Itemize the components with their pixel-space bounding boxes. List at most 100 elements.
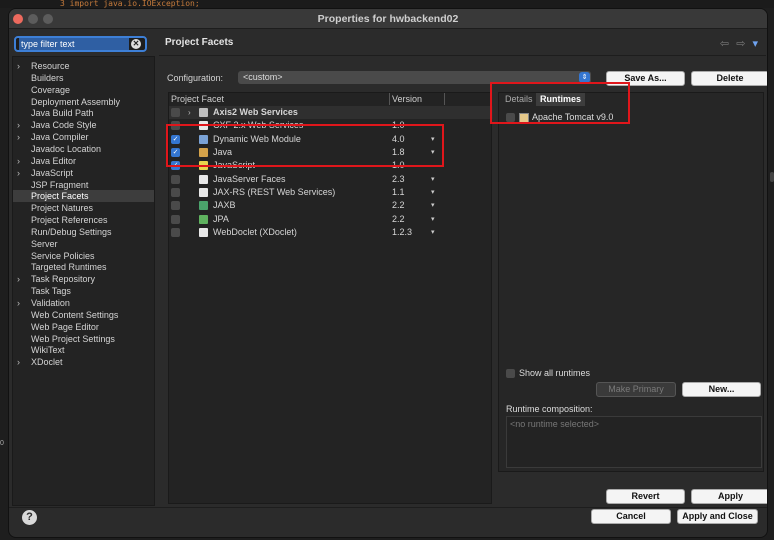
tree-item[interactable]: Project Natures: [13, 202, 154, 214]
chevron-right-icon[interactable]: ›: [17, 356, 20, 368]
tree-item[interactable]: Coverage: [13, 84, 154, 96]
tree-item[interactable]: › Java Code Style: [13, 119, 154, 131]
tree-item[interactable]: Javadoc Location: [13, 143, 154, 155]
tree-item[interactable]: Web Project Settings: [13, 333, 154, 345]
tree-item[interactable]: › Task Repository: [13, 273, 154, 285]
tree-item[interactable]: › Java Editor: [13, 155, 154, 167]
tree-item-label: Deployment Assembly: [31, 96, 121, 107]
background-editor-line: 3 import java.io.IOException;: [0, 0, 774, 8]
delete-button[interactable]: Delete: [691, 71, 767, 86]
facet-checkbox[interactable]: [171, 188, 180, 198]
document-icon: [199, 188, 208, 198]
make-primary-button[interactable]: Make Primary: [596, 382, 676, 397]
facet-row[interactable]: JAXB 2.2 ▾: [169, 199, 493, 212]
chevron-right-icon[interactable]: ›: [188, 106, 191, 119]
new-runtime-button[interactable]: New...: [682, 382, 761, 397]
apply-button[interactable]: Apply: [691, 489, 767, 504]
tree-item-label: Java Editor: [31, 155, 77, 166]
revert-button[interactable]: Revert: [606, 489, 685, 504]
chevron-right-icon[interactable]: ›: [17, 119, 20, 131]
clear-filter-icon[interactable]: ✕: [131, 39, 141, 49]
tree-item-label: WikiText: [31, 345, 65, 356]
chevron-right-icon[interactable]: ›: [17, 273, 20, 285]
facet-checkbox[interactable]: [171, 201, 180, 211]
tree-item[interactable]: WikiText: [13, 344, 154, 356]
facet-row[interactable]: JPA 2.2 ▾: [169, 213, 493, 226]
facet-checkbox[interactable]: [171, 228, 180, 238]
tree-item[interactable]: JSP Fragment: [13, 179, 154, 191]
properties-dialog: Properties for hwbackend02 ✕ › ResourceBu…: [8, 8, 768, 538]
tree-item-label: Coverage: [31, 84, 71, 95]
filter-field[interactable]: ✕: [14, 36, 147, 52]
back-arrow-icon[interactable]: ⇦: [720, 38, 731, 50]
background-gutter-text: 0: [0, 440, 4, 447]
facet-checkbox[interactable]: [171, 174, 180, 184]
version-dropdown-icon[interactable]: ▾: [431, 173, 435, 186]
question-icon[interactable]: ?: [22, 510, 37, 525]
chevron-right-icon[interactable]: ›: [17, 155, 20, 167]
facet-row[interactable]: WebDoclet (XDoclet) 1.2.3 ▾: [169, 226, 493, 239]
view-menu-icon[interactable]: ▾: [752, 38, 760, 50]
tree-item[interactable]: Server: [13, 238, 154, 250]
tree-item[interactable]: Project Facets: [13, 190, 154, 203]
facet-row[interactable]: JAX-RS (REST Web Services) 1.1 ▾: [169, 186, 493, 199]
facet-checkbox[interactable]: [171, 108, 180, 117]
chevron-right-icon[interactable]: ›: [17, 60, 20, 72]
facet-row[interactable]: › Axis2 Web Services: [169, 106, 493, 119]
chevron-right-icon[interactable]: ›: [17, 131, 20, 143]
version-dropdown-icon[interactable]: ▾: [431, 186, 435, 199]
tree-item[interactable]: Deployment Assembly: [13, 96, 154, 108]
facet-checkbox[interactable]: [171, 214, 180, 224]
tree-item-label: Project Facets: [31, 191, 89, 202]
tree-item[interactable]: › Resource: [13, 60, 154, 72]
tree-item[interactable]: Run/Debug Settings: [13, 226, 154, 238]
tree-item-label: Java Build Path: [31, 108, 94, 119]
facet-row[interactable]: JavaServer Faces 2.3 ▾: [169, 173, 493, 186]
facet-name: JAX-RS (REST Web Services): [213, 187, 336, 198]
runtime-composition-box: <no runtime selected>: [506, 416, 762, 468]
tree-item[interactable]: › Java Compiler: [13, 131, 154, 143]
extra-column-header: [445, 93, 493, 105]
tree-item[interactable]: › Validation: [13, 297, 154, 309]
tree-item[interactable]: Targeted Runtimes: [13, 261, 154, 273]
chevron-right-icon[interactable]: ›: [17, 167, 20, 179]
tree-item-label: Builders: [31, 72, 64, 83]
version-column-header[interactable]: Version: [390, 93, 445, 105]
details-panel: Details Runtimes Apache Tomcat v9.0 Show…: [498, 92, 764, 472]
facet-name: JAXB: [213, 200, 236, 211]
tree-item[interactable]: Web Content Settings: [13, 309, 154, 321]
version-dropdown-icon[interactable]: ▾: [431, 213, 435, 226]
tree-item[interactable]: Web Page Editor: [13, 321, 154, 333]
tree-item[interactable]: Java Build Path: [13, 107, 154, 119]
tree-item[interactable]: › JavaScript: [13, 167, 154, 179]
version-dropdown-icon[interactable]: ▾: [431, 199, 435, 212]
tree-item[interactable]: Project References: [13, 214, 154, 226]
tree-item[interactable]: Task Tags: [13, 285, 154, 297]
chevron-right-icon[interactable]: ›: [17, 297, 20, 309]
tree-item-label: Javadoc Location: [31, 143, 102, 154]
version-dropdown-icon[interactable]: ▾: [431, 226, 435, 239]
tree-item[interactable]: Service Policies: [13, 250, 154, 262]
filter-input[interactable]: [19, 38, 129, 50]
apply-and-close-button[interactable]: Apply and Close: [677, 509, 758, 524]
show-all-runtimes-option[interactable]: Show all runtimes: [506, 368, 590, 379]
cancel-button[interactable]: Cancel: [591, 509, 671, 524]
tree-item[interactable]: Builders: [13, 72, 154, 84]
tree-item[interactable]: › XDoclet: [13, 356, 154, 368]
configuration-label: Configuration:: [167, 73, 224, 83]
tree-item-label: Web Project Settings: [31, 333, 115, 344]
window-title: Properties for hwbackend02: [317, 13, 459, 25]
facet-version: 2.2: [392, 213, 405, 224]
tree-item-label: Run/Debug Settings: [31, 226, 112, 237]
forward-arrow-icon[interactable]: ⇨: [736, 38, 747, 50]
facet-name: JPA: [213, 213, 229, 224]
facet-version: 1.2.3: [392, 227, 413, 238]
show-all-runtimes-checkbox[interactable]: [506, 369, 515, 379]
tree-item-label: Project References: [31, 215, 108, 226]
configuration-value: <custom>: [243, 72, 283, 82]
background-scroll-thumb: [770, 172, 774, 182]
page-title: Project Facets: [165, 37, 234, 48]
facet-column-header[interactable]: Project Facet: [169, 93, 390, 105]
folder-icon: [199, 108, 208, 117]
tree-item-label: Task Tags: [31, 286, 71, 297]
